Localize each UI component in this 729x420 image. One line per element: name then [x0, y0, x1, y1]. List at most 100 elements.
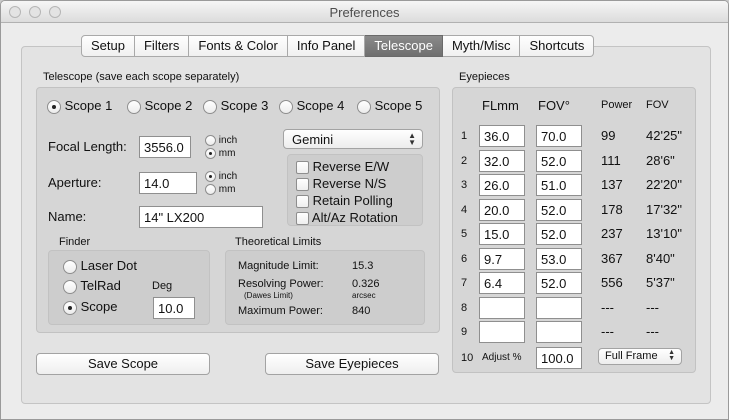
finder-telrad-radio[interactable]: TelRad: [63, 278, 121, 294]
preferences-window: Preferences Setup Filters Fonts & Color …: [0, 0, 729, 420]
reverse-ew-checkbox[interactable]: Reverse E/W: [296, 159, 390, 175]
altaz-rotation-checkbox[interactable]: Alt/Az Rotation: [296, 210, 398, 226]
radio-icon: [357, 99, 371, 114]
eyepiece-fl-field[interactable]: 20.0: [479, 198, 525, 221]
adjust-label: Adjust %: [482, 352, 522, 363]
eyepiece-fl-field[interactable]: 32.0: [479, 149, 525, 172]
limits-box: Magnitude Limit: 15.3 Resolving Power: (…: [225, 250, 425, 325]
aperture-unit-mm[interactable]: mm: [205, 184, 235, 195]
finder-option-label: TelRad: [80, 278, 121, 293]
checkbox-icon: [296, 178, 309, 192]
col-flmm: FLmm: [482, 98, 519, 113]
eyepiece-fov-field[interactable]: 52.0: [536, 149, 582, 172]
tab-shortcuts[interactable]: Shortcuts: [520, 35, 595, 57]
scope-radio-2[interactable]: Scope 2: [127, 98, 192, 114]
scope-radio-1[interactable]: Scope 1: [47, 98, 112, 114]
aperture-label: Aperture:: [48, 175, 102, 190]
radio-icon: [203, 99, 217, 114]
eyepiece-fl-field[interactable]: 15.0: [479, 223, 525, 245]
finder-option-label: Laser Dot: [80, 258, 137, 273]
focal-unit-mm[interactable]: mm: [205, 148, 235, 159]
row-number: 1: [461, 130, 468, 142]
eyepiece-fov-field[interactable]: 52.0: [536, 223, 582, 245]
eyepiece-power-value: 178: [601, 201, 623, 217]
eyepiece-fl-field[interactable]: 9.7: [479, 247, 525, 270]
eyepieces-label: Eyepieces: [459, 71, 510, 83]
eyepiece-power-value: ---: [601, 324, 614, 339]
telescope-box: Scope 1 Scope 2 Scope 3 Scope 4 Scope 5 …: [36, 87, 440, 333]
focal-unit-inch[interactable]: inch: [205, 135, 237, 146]
radio-icon: [205, 148, 216, 159]
reverse-ns-checkbox[interactable]: Reverse N/S: [296, 176, 386, 192]
updown-arrows-icon: ▲ ▼: [668, 349, 675, 362]
updown-arrows-icon: ▲ ▼: [408, 131, 416, 147]
focal-length-label: Focal Length:: [48, 139, 127, 154]
tab-filters[interactable]: Filters: [134, 35, 190, 57]
finder-laser-dot-radio[interactable]: Laser Dot: [63, 258, 137, 274]
row-number: 7: [461, 277, 468, 289]
eyepiece-fl-field[interactable]: [479, 321, 525, 343]
finder-deg-field[interactable]: 10.0: [153, 297, 195, 319]
row-number: 10: [461, 352, 474, 364]
row-number: 6: [461, 252, 468, 265]
unit-label: mm: [218, 184, 236, 196]
scope-radio-3[interactable]: Scope 3: [203, 98, 268, 114]
name-label: Name:: [48, 209, 87, 224]
telescope-section-label: Telescope (save each scope separately): [43, 71, 240, 83]
radio-icon: [63, 300, 77, 315]
eyepiece-fov-field[interactable]: 52.0: [536, 272, 582, 294]
radio-icon: [279, 99, 293, 114]
tab-info-panel[interactable]: Info Panel: [287, 35, 366, 57]
tab-fonts-color[interactable]: Fonts & Color: [189, 35, 288, 57]
eyepiece-fl-field[interactable]: 26.0: [479, 174, 525, 196]
row-number: 8: [461, 301, 468, 314]
radio-icon: [205, 135, 216, 146]
mount-select[interactable]: Gemini ▲ ▼: [283, 129, 423, 149]
row-number: 9: [461, 326, 468, 338]
tab-telescope[interactable]: Telescope: [365, 35, 443, 57]
tab-setup[interactable]: Setup: [81, 35, 135, 57]
resolving-unit: arcsec: [352, 291, 376, 300]
retain-polling-checkbox[interactable]: Retain Polling: [296, 193, 393, 209]
eyepiece-fov-field[interactable]: 70.0: [536, 125, 582, 147]
adjust-field[interactable]: 100.0: [536, 347, 582, 369]
eyepiece-power-value: 137: [601, 177, 623, 192]
save-scope-button[interactable]: Save Scope: [36, 353, 210, 375]
scope-radio-5[interactable]: Scope 5: [357, 98, 422, 114]
eyepiece-fov-value: 22'20": [646, 177, 683, 192]
finder-scope-radio[interactable]: Scope: [63, 299, 118, 315]
eyepiece-fl-field[interactable]: 36.0: [479, 125, 525, 147]
tab-myth-misc[interactable]: Myth/Misc: [442, 35, 521, 57]
focal-length-field[interactable]: 3556.0: [139, 136, 191, 158]
eyepiece-power-value: 237: [601, 226, 623, 241]
eyepiece-fl-field[interactable]: 6.4: [479, 272, 525, 294]
eyepiece-fl-field[interactable]: [479, 296, 525, 319]
checkbox-icon: [296, 195, 309, 209]
scope-name-field[interactable]: 14" LX200: [139, 206, 263, 228]
eyepiece-fov-field[interactable]: [536, 296, 582, 319]
eyepiece-fov-value: 17'32": [646, 201, 683, 217]
telescope-tab-pane: Telescope (save each scope separately) S…: [21, 46, 711, 404]
row-number: 3: [461, 179, 468, 191]
eyepiece-power-value: 111: [601, 152, 621, 168]
aperture-field[interactable]: 14.0: [139, 172, 197, 194]
eyepiece-fov-field[interactable]: 52.0: [536, 198, 582, 221]
scope-label: Scope 5: [374, 98, 423, 113]
eyepiece-fov-value: ---: [646, 324, 659, 339]
scope-radio-4[interactable]: Scope 4: [279, 98, 344, 114]
unit-label: mm: [218, 148, 236, 160]
eyepiece-fov-field[interactable]: 53.0: [536, 247, 582, 270]
finder-label: Finder: [59, 236, 91, 248]
col-fov-out: FOV: [646, 99, 669, 111]
col-fov: FOV°: [538, 98, 570, 113]
checkbox-icon: [296, 161, 309, 175]
frame-select[interactable]: Full Frame ▲ ▼: [598, 348, 682, 365]
save-eyepieces-button[interactable]: Save Eyepieces: [265, 353, 439, 375]
option-label: Reverse E/W: [312, 159, 390, 174]
eyepiece-fov-field[interactable]: [536, 321, 582, 343]
eyepiece-fov-field[interactable]: 51.0: [536, 174, 582, 196]
resolving-value: 0.326: [352, 278, 380, 290]
unit-label: inch: [218, 171, 238, 183]
radio-icon: [47, 99, 61, 114]
aperture-unit-inch[interactable]: inch: [205, 171, 237, 182]
